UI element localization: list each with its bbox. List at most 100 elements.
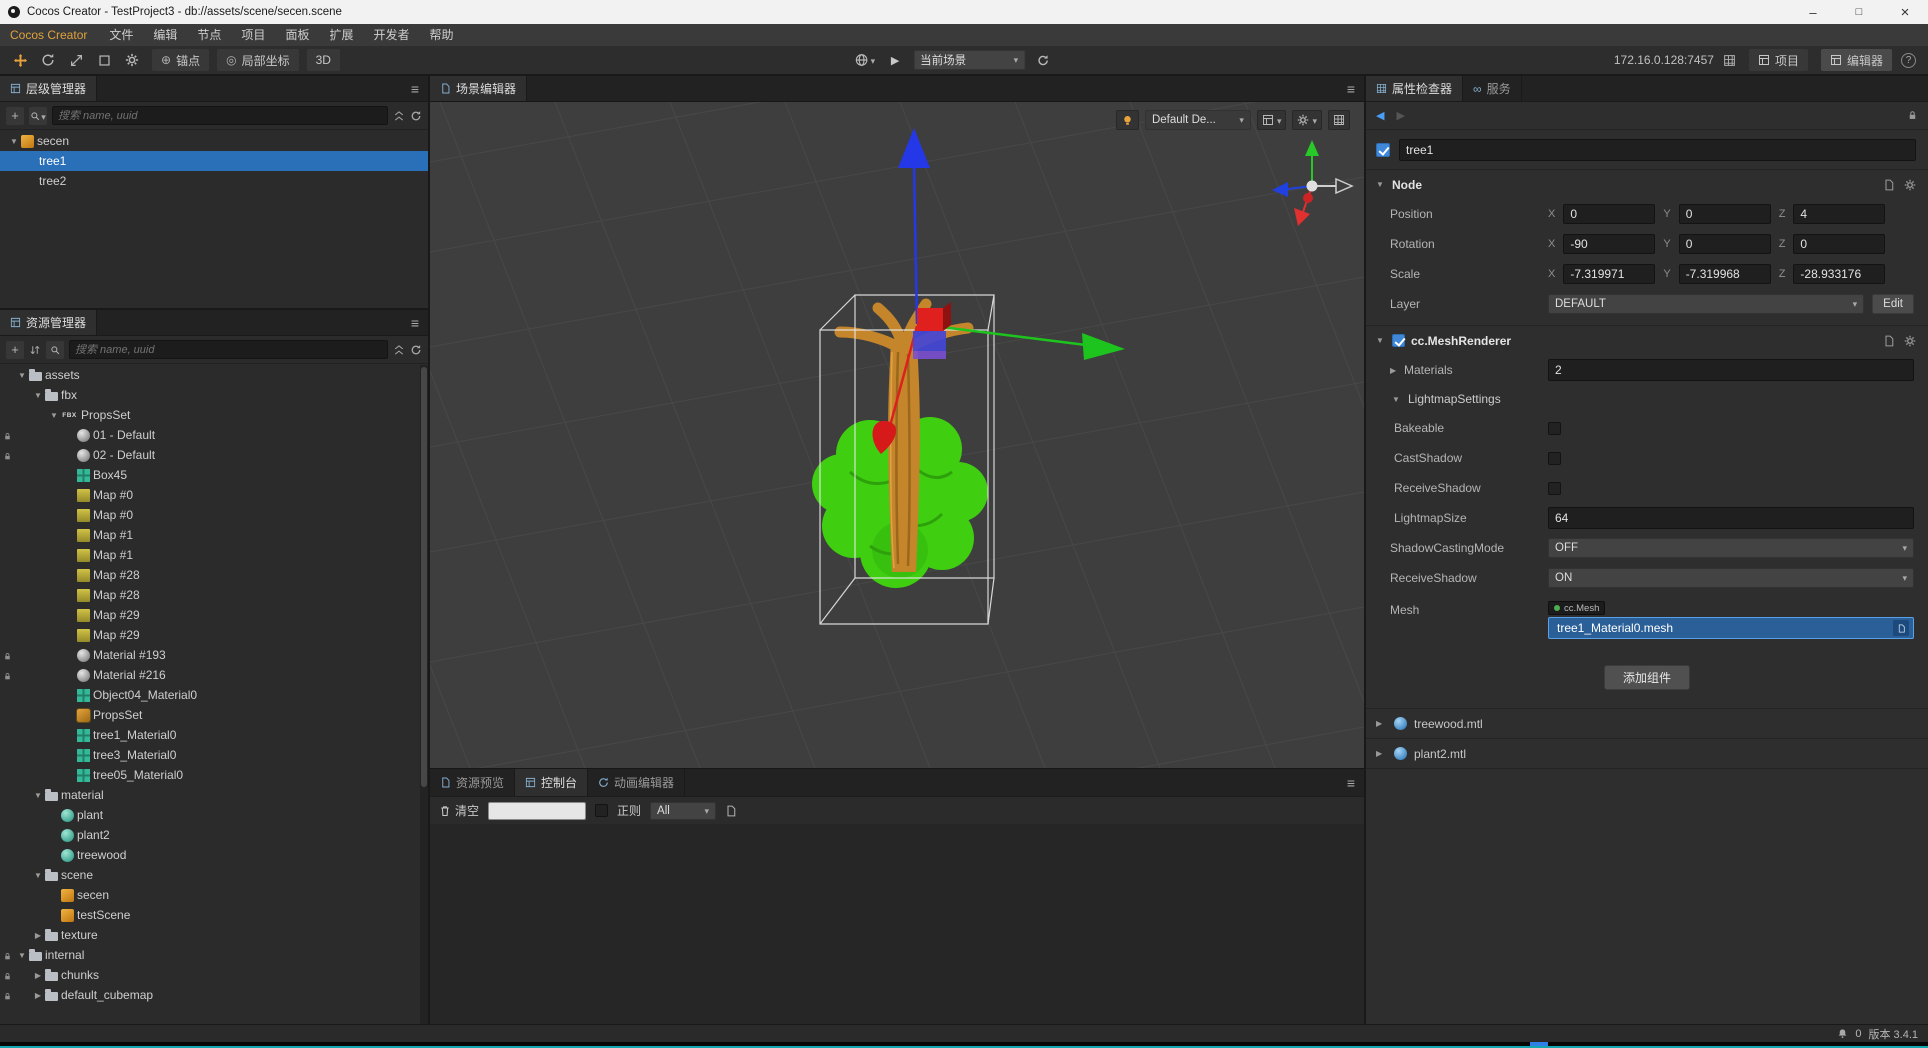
- collapse-all-button[interactable]: [393, 344, 405, 356]
- bakeable-checkbox[interactable]: [1548, 421, 1561, 435]
- scrollbar-thumb[interactable]: [421, 367, 427, 787]
- refresh-button[interactable]: [410, 110, 422, 122]
- rect-tool-button[interactable]: [92, 49, 116, 71]
- chevron-right-icon[interactable]: ▶: [1390, 366, 1400, 375]
- scale-x-input[interactable]: [1563, 264, 1656, 284]
- search-filter-button[interactable]: [29, 106, 47, 125]
- mesh-browse-button[interactable]: [1893, 620, 1909, 636]
- position-z-input[interactable]: [1793, 204, 1886, 224]
- tab-service[interactable]: ∞ 服务: [1463, 76, 1522, 101]
- menubar-item[interactable]: 帮助: [419, 24, 463, 46]
- receive-shadow-checkbox[interactable]: [1548, 481, 1561, 495]
- mode-3d-toggle[interactable]: 3D: [306, 49, 340, 71]
- search-filter-button[interactable]: [46, 340, 64, 359]
- menubar-brand[interactable]: Cocos Creator: [10, 28, 99, 42]
- nav-forward-button[interactable]: ▶: [1396, 109, 1404, 122]
- asset-item[interactable]: Object04_Material0: [0, 685, 428, 705]
- move-tool-button[interactable]: [8, 49, 32, 71]
- panel-menu-button[interactable]: [1338, 769, 1364, 796]
- asset-item[interactable]: ▼ material: [0, 785, 428, 805]
- scene-select[interactable]: 当前场景: [913, 50, 1026, 70]
- asset-item[interactable]: ▼ internal: [0, 945, 428, 965]
- preview-platform-button[interactable]: [853, 49, 878, 71]
- tab-scene-editor[interactable]: 场景编辑器: [430, 76, 528, 101]
- menubar-item[interactable]: 节点: [187, 24, 231, 46]
- disclosure-arrow[interactable]: ▼: [16, 951, 28, 960]
- layer-select[interactable]: DEFAULT: [1548, 294, 1865, 314]
- asset-item[interactable]: Map #29: [0, 625, 428, 645]
- shadow-casting-select[interactable]: OFF: [1548, 538, 1914, 558]
- paste-icon[interactable]: [1883, 179, 1895, 191]
- menubar-item[interactable]: 项目: [231, 24, 275, 46]
- rotation-x-input[interactable]: [1563, 234, 1656, 254]
- create-node-button[interactable]: +: [6, 106, 24, 125]
- lightmap-settings-header[interactable]: ▼ LightmapSettings: [1366, 385, 1928, 413]
- add-component-button[interactable]: 添加组件: [1603, 665, 1690, 690]
- asset-item[interactable]: 02 - Default: [0, 445, 428, 465]
- receive-shadow-select[interactable]: ON: [1548, 568, 1914, 588]
- anchor-toggle[interactable]: ⊕ 锚点: [152, 49, 210, 71]
- asset-item[interactable]: 01 - Default: [0, 425, 428, 445]
- node-active-checkbox[interactable]: [1376, 143, 1390, 157]
- disclosure-arrow[interactable]: ▼: [32, 391, 44, 400]
- help-icon[interactable]: [1901, 52, 1916, 68]
- hierarchy-node[interactable]: tree2: [0, 171, 428, 191]
- gizmo-settings-button[interactable]: [120, 49, 144, 71]
- asset-item[interactable]: Map #28: [0, 565, 428, 585]
- asset-item[interactable]: plant: [0, 805, 428, 825]
- asset-item[interactable]: Map #1: [0, 545, 428, 565]
- camera-layout-button[interactable]: [1256, 110, 1287, 130]
- lightmap-size-input[interactable]: [1548, 507, 1914, 529]
- asset-item[interactable]: ▼ scene: [0, 865, 428, 885]
- paste-icon[interactable]: [1883, 335, 1895, 347]
- asset-item[interactable]: Map #1: [0, 525, 428, 545]
- asset-item[interactable]: PropsSet: [0, 705, 428, 725]
- tab-hierarchy[interactable]: 层级管理器: [0, 76, 98, 101]
- bell-icon[interactable]: [1837, 1028, 1848, 1039]
- menubar-item[interactable]: 扩展: [319, 24, 363, 46]
- asset-item[interactable]: plant2: [0, 825, 428, 845]
- grid-toggle-button[interactable]: [1328, 110, 1350, 130]
- asset-item[interactable]: secen: [0, 885, 428, 905]
- console-clear-button[interactable]: 清空: [439, 802, 479, 819]
- materials-count-input[interactable]: [1548, 359, 1914, 381]
- disclosure-arrow[interactable]: ▼: [32, 791, 44, 800]
- local-coords-toggle[interactable]: ◎ 局部坐标: [217, 49, 299, 71]
- console-filter-input[interactable]: [488, 801, 587, 820]
- render-profile-select[interactable]: Default De...: [1144, 110, 1251, 130]
- asset-item[interactable]: ▼ assets: [0, 365, 428, 385]
- hierarchy-node[interactable]: tree1: [0, 151, 428, 171]
- node-name-input[interactable]: [1399, 139, 1916, 161]
- material-asset-section[interactable]: ▶ treewood.mtl: [1366, 709, 1928, 739]
- scene-viewport[interactable]: Default De...: [430, 102, 1364, 768]
- disclosure-arrow[interactable]: ▼: [16, 371, 28, 380]
- mesh-renderer-header[interactable]: ▼ cc.MeshRenderer: [1366, 325, 1928, 355]
- disclosure-arrow[interactable]: ▶: [32, 991, 44, 1000]
- asset-item[interactable]: ▶ chunks: [0, 965, 428, 985]
- asset-item[interactable]: ▼ FBX PropsSet: [0, 405, 428, 425]
- open-log-file-icon[interactable]: [725, 805, 737, 817]
- asset-item[interactable]: Map #28: [0, 585, 428, 605]
- close-button[interactable]: [1882, 0, 1928, 24]
- tab-animation-editor[interactable]: 动画编辑器: [588, 769, 686, 796]
- tab-console[interactable]: 控制台: [515, 769, 589, 796]
- scale-z-input[interactable]: [1793, 264, 1886, 284]
- menubar-item[interactable]: 文件: [99, 24, 143, 46]
- gear-icon[interactable]: [1904, 335, 1916, 347]
- inspector-lock-icon[interactable]: [1907, 110, 1918, 121]
- nav-back-button[interactable]: ◀: [1376, 109, 1384, 122]
- taskbar-app-tile[interactable]: [1530, 1042, 1548, 1046]
- regex-checkbox[interactable]: [595, 804, 609, 817]
- asset-item[interactable]: treewood: [0, 845, 428, 865]
- qr-code-icon[interactable]: [1723, 54, 1736, 67]
- tab-inspector[interactable]: 属性检查器: [1366, 76, 1464, 101]
- asset-item[interactable]: Box45: [0, 465, 428, 485]
- panel-menu-button[interactable]: [1338, 76, 1364, 101]
- rotation-y-input[interactable]: [1678, 234, 1771, 254]
- panel-menu-button[interactable]: [402, 76, 428, 101]
- panel-menu-button[interactable]: [402, 310, 428, 335]
- asset-item[interactable]: ▶ default_cubemap: [0, 985, 428, 1005]
- tab-asset-preview[interactable]: 资源预览: [430, 769, 516, 796]
- disclosure-arrow[interactable]: ▶: [32, 971, 44, 980]
- project-settings-button[interactable]: 项目: [1748, 49, 1808, 71]
